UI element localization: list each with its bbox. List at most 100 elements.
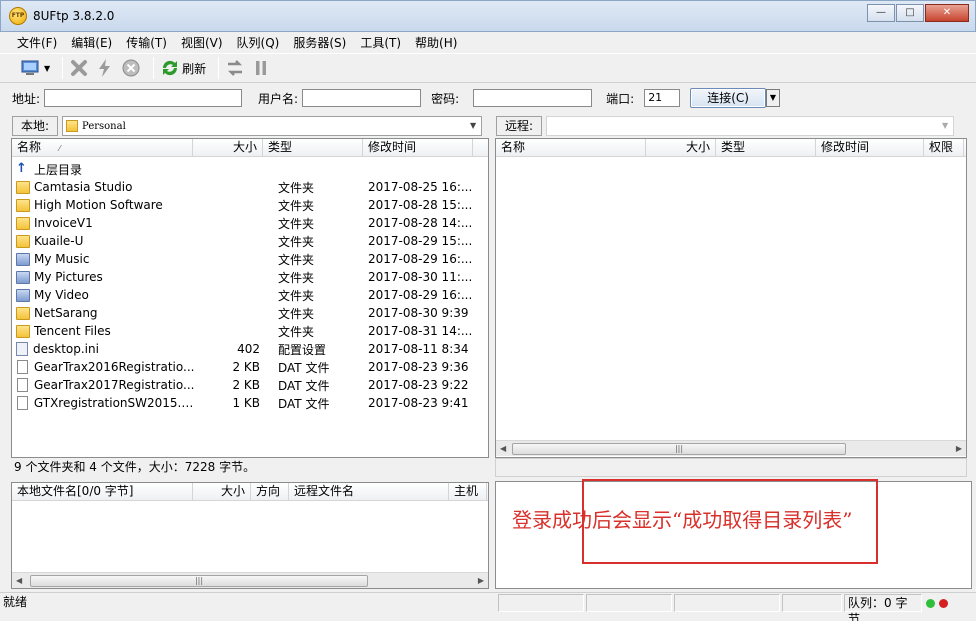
table-row[interactable]: NetSarang 文件夹 2017-08-30 9:39 bbox=[12, 304, 488, 322]
stop-button[interactable] bbox=[121, 56, 141, 80]
file-modified: 2017-08-29 16:... bbox=[368, 252, 473, 266]
menu-view[interactable]: 视图(V) bbox=[174, 34, 230, 51]
status-bar: 就绪 队列：0 字节 bbox=[0, 592, 976, 621]
connect-button[interactable]: 连接(C) bbox=[690, 88, 766, 108]
transfer-queue-button[interactable] bbox=[225, 56, 245, 80]
close-button[interactable]: ✕ bbox=[925, 4, 969, 22]
dropdown-arrow-icon[interactable]: ▼ bbox=[44, 64, 50, 73]
chevron-down-icon[interactable]: ▼ bbox=[938, 118, 952, 134]
table-row[interactable]: Camtasia Studio 文件夹 2017-08-25 16:... bbox=[12, 178, 488, 196]
scroll-right-icon[interactable]: ▶ bbox=[956, 444, 962, 453]
port-input[interactable]: 21 bbox=[644, 89, 681, 107]
file-name: GTXregistrationSW2015.d... bbox=[33, 396, 198, 410]
remote-horizontal-scrollbar[interactable]: ◀ ||| ▶ bbox=[496, 440, 966, 456]
file-type: 文件夹 bbox=[278, 252, 315, 267]
scroll-left-icon[interactable]: ◀ bbox=[16, 576, 22, 585]
file-type: 文件夹 bbox=[278, 306, 315, 321]
menu-edit[interactable]: 编辑(E) bbox=[64, 34, 119, 51]
local-col-name[interactable]: 名称 ⁄ bbox=[12, 139, 193, 157]
site-manager-button[interactable]: ▼ bbox=[20, 56, 50, 80]
password-input[interactable] bbox=[473, 89, 593, 107]
table-row[interactable]: InvoiceV1 文件夹 2017-08-28 14:... bbox=[12, 214, 488, 232]
file-modified: 2017-08-30 9:39 bbox=[368, 306, 469, 320]
status-cell bbox=[782, 594, 842, 612]
minimize-button[interactable]: — bbox=[867, 4, 895, 22]
toolbar: ▼ 刷新 bbox=[0, 53, 976, 83]
table-row[interactable]: desktop.ini 402 配置设置 2017-08-11 8:34 bbox=[12, 340, 488, 358]
file-type: 文件夹 bbox=[278, 288, 315, 303]
queue-horizontal-scrollbar[interactable]: ◀ ||| ▶ bbox=[12, 572, 488, 588]
file-size: 1 KB bbox=[232, 396, 260, 410]
table-row[interactable]: High Motion Software 文件夹 2017-08-28 15:... bbox=[12, 196, 488, 214]
menu-file[interactable]: 文件(F) bbox=[10, 34, 64, 51]
table-row[interactable]: Kuaile-U 文件夹 2017-08-29 15:... bbox=[12, 232, 488, 250]
status-cell bbox=[586, 594, 672, 612]
file-name-cell: My Pictures bbox=[12, 270, 202, 284]
remote-col-type[interactable]: 类型 bbox=[716, 139, 816, 157]
file-name-cell: My Video bbox=[12, 288, 202, 302]
table-row[interactable]: My Pictures 文件夹 2017-08-30 11:... bbox=[12, 268, 488, 286]
file-name: High Motion Software bbox=[34, 198, 163, 212]
queue-col-host[interactable]: 主机 bbox=[449, 483, 487, 501]
local-col-size[interactable]: 大小 bbox=[193, 139, 263, 157]
table-row[interactable]: GTXregistrationSW2015.d... 1 KB DAT 文件 2017… bbox=[12, 394, 488, 412]
file-icon bbox=[17, 378, 28, 392]
local-col-modified[interactable]: 修改时间 bbox=[363, 139, 473, 157]
address-input[interactable] bbox=[44, 89, 243, 107]
chevron-down-icon[interactable]: ▼ bbox=[466, 118, 480, 134]
remote-col-modified[interactable]: 修改时间 bbox=[816, 139, 924, 157]
queue-col-local-file[interactable]: 本地文件名[0/0 字节] bbox=[12, 483, 193, 501]
table-row[interactable]: GearTrax2017Registratio... 2 KB DAT 文件 2017… bbox=[12, 376, 488, 394]
username-input[interactable] bbox=[302, 89, 422, 107]
file-name: My Video bbox=[34, 288, 89, 302]
local-path-text: Personal bbox=[82, 120, 126, 132]
refresh-button[interactable]: 刷新 bbox=[160, 56, 206, 80]
scroll-left-icon[interactable]: ◀ bbox=[500, 444, 506, 453]
table-row[interactable]: My Video 文件夹 2017-08-29 16:... bbox=[12, 286, 488, 304]
password-label: 密码: bbox=[431, 91, 460, 106]
scroll-thumb[interactable]: ||| bbox=[30, 575, 368, 587]
remote-col-name[interactable]: 名称 bbox=[496, 139, 646, 157]
remote-col-size[interactable]: 大小 bbox=[646, 139, 716, 157]
maximize-button[interactable]: □ bbox=[896, 4, 924, 22]
remote-col-permissions[interactable]: 权限 bbox=[924, 139, 964, 157]
file-name-cell: NetSarang bbox=[12, 306, 202, 320]
menu-server[interactable]: 服务器(S) bbox=[286, 34, 353, 51]
folder-icon bbox=[16, 234, 30, 248]
file-modified: 2017-08-25 16:... bbox=[368, 180, 473, 194]
table-row[interactable]: GearTrax2016Registratio... 2 KB DAT 文件 2017… bbox=[12, 358, 488, 376]
disconnect-button[interactable] bbox=[69, 56, 89, 80]
menu-transfer[interactable]: 传输(T) bbox=[119, 34, 174, 51]
queue-col-size[interactable]: 大小 bbox=[193, 483, 251, 501]
local-col-type[interactable]: 类型 bbox=[263, 139, 363, 157]
pause-button[interactable] bbox=[251, 56, 271, 80]
scroll-right-icon[interactable]: ▶ bbox=[478, 576, 484, 585]
local-path-combo[interactable]: Personal ▼ bbox=[62, 116, 483, 136]
scroll-thumb[interactable]: ||| bbox=[512, 443, 846, 455]
file-modified: 2017-08-23 9:41 bbox=[368, 396, 469, 410]
queue-col-direction[interactable]: 方向 bbox=[251, 483, 289, 501]
menu-tools[interactable]: 工具(T) bbox=[353, 34, 408, 51]
file-name: Camtasia Studio bbox=[34, 180, 133, 194]
remote-path-combo[interactable]: ▼ bbox=[546, 116, 955, 136]
toolbar-separator bbox=[153, 57, 155, 79]
menu-help[interactable]: 帮助(H) bbox=[408, 34, 464, 51]
file-name-cell: High Motion Software bbox=[12, 198, 202, 212]
file-type: 文件夹 bbox=[278, 270, 315, 285]
connect-dropdown-button[interactable]: ▼ bbox=[765, 89, 780, 107]
file-name-cell: Kuaile-U bbox=[12, 234, 202, 248]
table-row[interactable]: ↑ 上层目录 bbox=[12, 160, 488, 178]
table-row[interactable]: Tencent Files 文件夹 2017-08-31 14:... bbox=[12, 322, 488, 340]
file-name: My Pictures bbox=[34, 270, 103, 284]
lightning-icon bbox=[99, 59, 111, 77]
file-type: 配置设置 bbox=[278, 342, 327, 357]
menu-queue[interactable]: 队列(Q) bbox=[230, 34, 287, 51]
file-name: desktop.ini bbox=[33, 342, 99, 356]
remote-label: 远程: bbox=[496, 116, 543, 136]
folder-icon bbox=[66, 120, 79, 132]
table-row[interactable]: My Music 文件夹 2017-08-29 16:... bbox=[12, 250, 488, 268]
file-type: 文件夹 bbox=[278, 180, 315, 195]
queue-col-remote-file[interactable]: 远程文件名 bbox=[289, 483, 449, 501]
connection-bar: 地址: 用户名: 密码: 端口: 21 连接(C) ▼ bbox=[0, 85, 976, 111]
quick-connect-button[interactable] bbox=[95, 56, 115, 80]
